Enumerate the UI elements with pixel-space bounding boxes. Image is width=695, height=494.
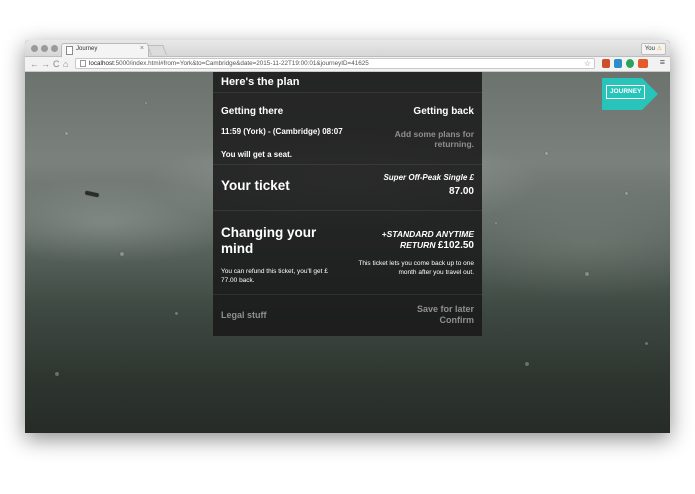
menu-icon[interactable]: ≡ [660,57,665,67]
raindrop [645,342,648,345]
raindrop [175,312,178,315]
forward-icon[interactable]: → [41,58,50,70]
address-bar[interactable]: localhost:5000/index.html#from=York&to=C… [75,58,595,69]
raindrop [545,152,548,155]
new-tab-button[interactable] [147,45,167,55]
change-section: Changing your mind You can refund this t… [213,210,482,295]
reload-icon[interactable]: C [53,58,60,70]
tab-title: Journey [76,46,98,52]
page-icon [66,46,73,55]
getting-there-heading: Getting there [221,106,284,117]
changing-mind-heading: Changing your mind [221,225,317,256]
url-text: localhost:5000/index.html#from=York&to=C… [89,60,369,67]
raindrop [65,132,68,135]
extension-icon-1[interactable] [602,59,610,68]
minimize-window-button[interactable] [41,45,48,52]
raindrop [120,252,124,256]
extension-icon-4[interactable] [638,59,648,68]
back-icon[interactable]: ← [30,58,39,70]
browser-window: Journey × You ⚠ ← → C ⌂ localhost:5000/i… [25,40,670,433]
url-path: :5000/index.html#from=York&to=Cambridge&… [113,60,369,67]
seat-info: You will get a seat. [221,150,292,159]
profile-label: You [644,46,655,52]
warning-icon: ⚠ [656,46,662,52]
page-info-icon[interactable] [80,60,86,67]
your-ticket-heading: Your ticket [221,178,290,193]
upgrade-option[interactable]: +STANDARD ANYTIME RETURN £102.50 [364,229,474,251]
extension-icon-2[interactable] [614,59,622,68]
raindrop [55,372,59,376]
close-window-button[interactable] [31,45,38,52]
page-title: Here's the plan [221,76,300,88]
upgrade-price: £102.50 [437,240,474,251]
add-return-link[interactable]: Add some plans for returning. [364,129,474,149]
outbound-journey: 11:59 (York) - (Cambridge) 08:07 [221,127,343,136]
bookmark-star-icon[interactable]: ☆ [584,59,591,68]
home-icon[interactable]: ⌂ [63,58,68,70]
upgrade-description: This ticket lets you come back up to one… [358,260,474,276]
raindrop [84,190,100,198]
url-host: localhost [89,60,114,67]
browser-tab[interactable]: Journey × [61,43,149,57]
journey-logo[interactable]: JOURNEY [602,78,658,110]
title-bar: Journey × You ⚠ [25,40,670,57]
raindrop [625,192,628,195]
raindrop [525,362,529,366]
footer-section: Legal stuff Save for later Confirm [213,294,482,336]
save-for-later-button[interactable]: Save for later [417,304,474,314]
raindrop [585,272,589,276]
zoom-window-button[interactable] [51,45,58,52]
legal-link[interactable]: Legal stuff [221,310,267,320]
refund-info: You can refund this ticket, you'll get £… [221,268,328,284]
confirm-button[interactable]: Confirm [440,315,475,325]
raindrop [145,102,147,104]
raindrop [495,222,497,224]
plan-panel: Here's the plan Getting there Getting ba… [213,72,482,336]
ticket-type: Super Off-Peak Single £ [383,173,474,182]
logo-text: JOURNEY [606,85,646,99]
profile-button[interactable]: You ⚠ [640,43,666,55]
browser-toolbar: ← → C ⌂ localhost:5000/index.html#from=Y… [25,57,670,72]
plan-header: Here's the plan [213,72,482,93]
page-background: Here's the plan Getting there Getting ba… [25,72,670,433]
tab-close-icon[interactable]: × [140,45,144,52]
getting-back-heading: Getting back [413,106,474,117]
extension-icon-3[interactable] [626,59,634,68]
ticket-price: 87.00 [448,186,474,197]
ticket-section: Your ticket [213,164,482,211]
